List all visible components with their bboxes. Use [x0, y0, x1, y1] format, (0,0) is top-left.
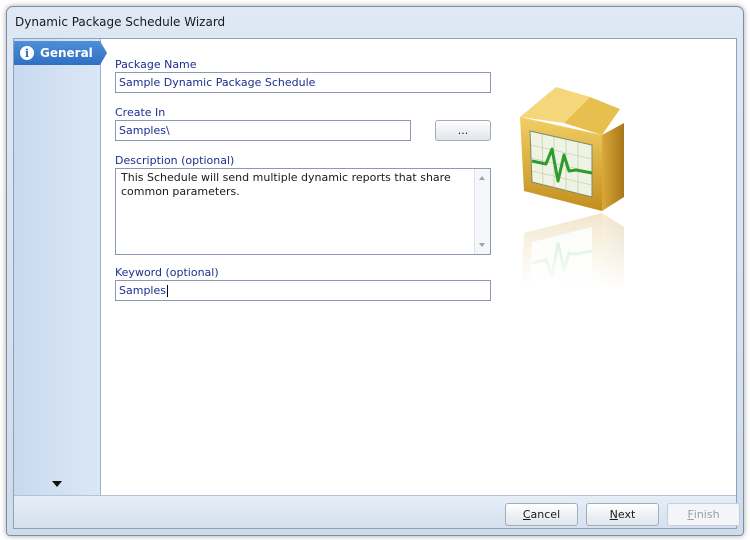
create-in-field[interactable]: Samples\ — [115, 120, 411, 141]
next-label: ext — [617, 508, 636, 521]
description-scrollbar[interactable] — [474, 169, 490, 254]
description-text: This Schedule will send multiple dynamic… — [121, 171, 451, 198]
keyword-label: Keyword (optional) — [115, 266, 219, 279]
chevron-down-icon[interactable] — [52, 481, 62, 487]
window-title: Dynamic Package Schedule Wizard — [15, 15, 226, 29]
cancel-button[interactable]: Cancel — [505, 503, 578, 526]
package-name-field[interactable]: Sample Dynamic Package Schedule — [115, 72, 491, 93]
keyword-value: Samples — [119, 284, 166, 297]
finish-label: inish — [693, 508, 720, 521]
package-name-label: Package Name — [115, 58, 197, 71]
sidebar-item-label: General — [40, 46, 93, 60]
finish-button[interactable]: Finish — [667, 503, 740, 526]
browse-button[interactable]: ... — [435, 120, 491, 141]
text-caret — [166, 285, 168, 297]
scroll-down-icon[interactable] — [479, 243, 485, 247]
wizard-footer: Cancel Next Finish — [14, 495, 740, 528]
package-box-icon — [506, 87, 636, 289]
info-icon: i — [20, 46, 34, 60]
wizard-sidebar: i General — [14, 39, 107, 495]
wizard-content: Package Name Sample Dynamic Package Sche… — [101, 39, 736, 495]
cancel-label: ancel — [530, 508, 561, 521]
wizard-window: Dynamic Package Schedule Wizard i Genera… — [6, 6, 744, 536]
scroll-up-icon[interactable] — [479, 176, 485, 180]
next-mnemonic: N — [609, 508, 618, 521]
sidebar-item-general[interactable]: i General — [14, 41, 107, 65]
next-button[interactable]: Next — [586, 503, 659, 526]
description-label: Description (optional) — [115, 154, 235, 167]
create-in-label: Create In — [115, 106, 166, 119]
description-textarea[interactable]: This Schedule will send multiple dynamic… — [115, 168, 491, 255]
cancel-mnemonic: C — [522, 508, 531, 521]
keyword-field[interactable]: Samples — [115, 280, 491, 301]
wizard-client-area: i General Package Name Sample Dynamic Pa… — [13, 38, 740, 529]
